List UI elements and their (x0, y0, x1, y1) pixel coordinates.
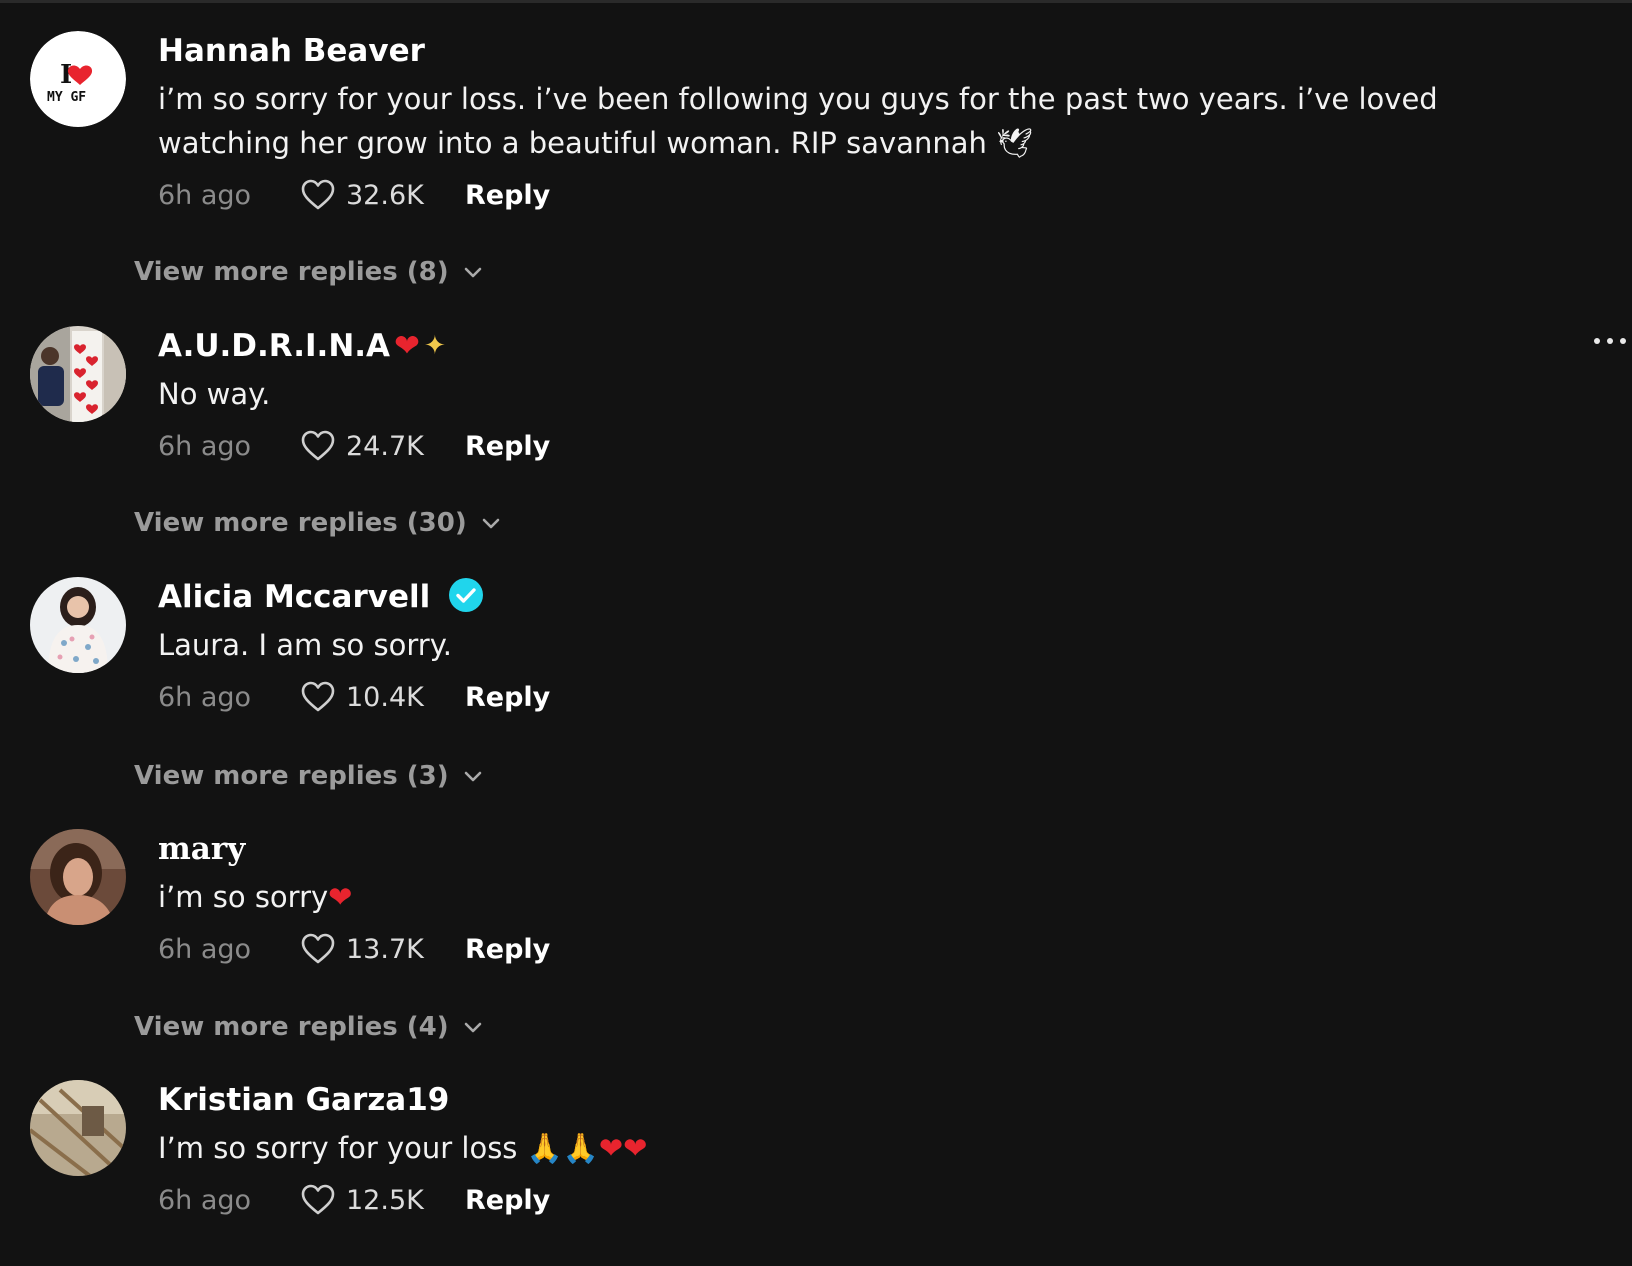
chevron-down-icon[interactable] (463, 265, 483, 279)
comment-meta: 6h ago 24.7K Reply (158, 426, 1518, 466)
like-button[interactable]: 13.7K (300, 933, 465, 965)
reply-button[interactable]: Reply (465, 180, 550, 211)
view-more-replies-label[interactable]: View more replies (30) (134, 508, 467, 538)
reply-button[interactable]: Reply (465, 682, 550, 713)
username-text[interactable]: Kristian Garza19 (158, 1080, 449, 1120)
comment-timestamp: 6h ago (158, 933, 252, 965)
username-text[interactable]: Hannah Beaver (158, 31, 425, 71)
avatar[interactable] (30, 326, 126, 422)
like-button[interactable]: 24.7K (300, 430, 465, 462)
like-button[interactable]: 32.6K (300, 179, 465, 211)
comment-meta: 6h ago 10.4K Reply (158, 677, 1518, 717)
comment-meta: 6h ago 13.7K Reply (158, 929, 1518, 969)
heart-emoji: ❤ (328, 880, 353, 914)
view-more-replies-button[interactable]: View more replies (8) (134, 254, 483, 290)
username-text[interactable]: A.U.D.R.I.N.A (158, 326, 390, 366)
like-button[interactable]: 10.4K (300, 681, 465, 713)
like-count: 12.5K (346, 1184, 424, 1216)
heart-outline-icon[interactable] (300, 681, 336, 713)
reply-button[interactable]: Reply (465, 1185, 550, 1216)
emoji-sequence: 🙏🙏❤❤ (526, 1131, 648, 1165)
avatar[interactable] (30, 577, 126, 673)
view-more-replies-button[interactable]: View more replies (4) (134, 1009, 483, 1045)
comment-meta: 6h ago 32.6K Reply (158, 175, 1518, 215)
like-button[interactable]: 12.5K (300, 1184, 465, 1216)
comment-text: i’m so sorry❤ (158, 875, 1518, 919)
view-more-replies-label[interactable]: View more replies (3) (134, 761, 449, 791)
like-count: 32.6K (346, 179, 424, 211)
view-more-replies-label[interactable]: View more replies (4) (134, 1012, 449, 1042)
username-text[interactable]: mary (158, 829, 245, 869)
comment-text: No way. (158, 377, 271, 411)
avatar[interactable] (30, 829, 126, 925)
avatar[interactable] (30, 1080, 126, 1176)
comment-username[interactable]: mary (158, 829, 1518, 869)
top-edge-divider (0, 0, 1632, 3)
avatar[interactable]: I MY GF (30, 31, 126, 127)
heart-outline-icon[interactable] (300, 1184, 336, 1216)
comment-timestamp: 6h ago (158, 1184, 252, 1216)
verified-badge-icon (449, 578, 484, 612)
reply-button[interactable]: Reply (465, 934, 550, 965)
more-options-icon[interactable] (1594, 331, 1632, 351)
view-more-replies-button[interactable]: View more replies (3) (134, 758, 483, 794)
chevron-down-icon[interactable] (481, 516, 501, 530)
comment-text: I’m so sorry for your loss 🙏🙏❤❤ (158, 1126, 1518, 1170)
like-count: 10.4K (346, 681, 424, 713)
chevron-down-icon[interactable] (463, 769, 483, 783)
comment-timestamp: 6h ago (158, 681, 252, 713)
view-more-replies-button[interactable]: View more replies (30) (134, 505, 501, 541)
comment-text: Laura. I am so sorry. (158, 628, 452, 662)
comment-username[interactable]: Kristian Garza19 (158, 1080, 1518, 1120)
view-more-replies-label[interactable]: View more replies (8) (134, 257, 449, 287)
comment-timestamp: 6h ago (158, 179, 252, 211)
comment-text-body: i’m so sorry (158, 880, 329, 914)
like-count: 24.7K (346, 430, 424, 462)
username-text[interactable]: Alicia Mccarvell (158, 577, 430, 617)
chevron-down-icon[interactable] (463, 1020, 483, 1034)
comment-username[interactable]: Alicia Mccarvell (158, 577, 1518, 617)
dizzy-emoji: ✦ (424, 331, 446, 361)
heart-outline-icon[interactable] (300, 933, 336, 965)
comment-timestamp: 6h ago (158, 430, 252, 462)
heart-outline-icon[interactable] (300, 430, 336, 462)
like-count: 13.7K (346, 933, 424, 965)
avatar-logo-caption: MY GF (47, 90, 86, 105)
comment-meta: 6h ago 12.5K Reply (158, 1180, 1518, 1220)
comment-username[interactable]: A.U.D.R.I.N.A ❤ ✦ (158, 326, 1518, 366)
comment-text: i’m so sorry for your loss. i’ve been fo… (158, 82, 1438, 160)
comment-username[interactable]: Hannah Beaver (158, 31, 1518, 71)
heart-emoji: ❤ (394, 328, 421, 364)
reply-button[interactable]: Reply (465, 431, 550, 462)
comment-text-body: I’m so sorry for your loss (158, 1131, 527, 1165)
heart-outline-icon[interactable] (300, 179, 336, 211)
